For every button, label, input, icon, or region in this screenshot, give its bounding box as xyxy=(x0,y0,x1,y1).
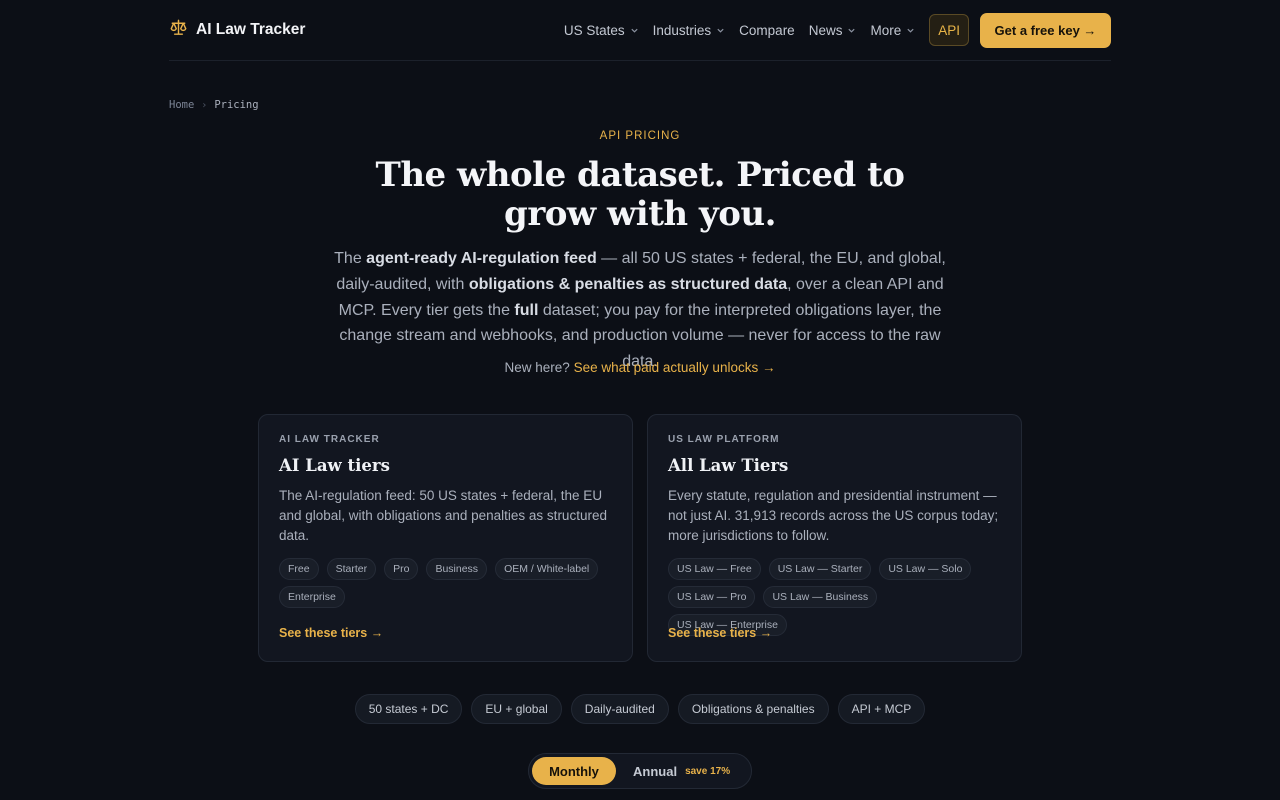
tier-chip: Free xyxy=(279,558,319,580)
tier-chip: US Law — Free xyxy=(668,558,761,580)
main-nav: US States Industries Compare News More A… xyxy=(550,12,1111,48)
api-button[interactable]: API xyxy=(929,14,969,46)
tier-chips: US Law — Free US Law — Starter US Law — … xyxy=(668,558,1001,636)
get-free-key-button[interactable]: Get a free key → xyxy=(980,12,1111,48)
scales-icon xyxy=(169,18,188,42)
tier-chip: Starter xyxy=(326,558,377,580)
feature-pill: API + MCP xyxy=(837,694,926,724)
tier-chip: Business xyxy=(426,558,488,580)
hero-eyebrow: API PRICING xyxy=(599,130,681,142)
breadcrumb-separator: › xyxy=(201,99,208,111)
feature-pill: Obligations & penalties xyxy=(677,694,829,724)
breadcrumb-current: Pricing xyxy=(214,99,259,111)
annual-label: Annual xyxy=(633,763,678,779)
brand-logo[interactable]: AI Law Tracker xyxy=(169,18,305,42)
nav-compare[interactable]: Compare xyxy=(739,23,795,38)
card-title: AI Law tiers xyxy=(279,456,390,475)
all-law-tiers-card: US LAW PLATFORM All Law Tiers Every stat… xyxy=(647,414,1022,662)
chevron-down-icon xyxy=(848,28,856,33)
nav-industries[interactable]: Industries xyxy=(653,23,726,38)
billing-period-toggle: Monthly Annual save 17% xyxy=(528,753,752,789)
hero-description: The agent-ready AI-regulation feed — all… xyxy=(320,246,960,375)
chevron-down-icon xyxy=(907,28,914,33)
nav-us-states[interactable]: US States xyxy=(564,23,639,38)
see-ai-law-tiers-link[interactable]: See these tiers → xyxy=(279,626,383,640)
feature-pill: EU + global xyxy=(471,694,562,724)
top-navbar: AI Law Tracker US States Industries Comp… xyxy=(169,0,1111,61)
feature-pill: Daily-audited xyxy=(570,694,669,724)
tier-chip: Pro xyxy=(384,558,419,580)
card-title: All Law Tiers xyxy=(668,456,789,475)
brand-name: AI Law Tracker xyxy=(196,21,306,38)
card-description: The AI-regulation feed: 50 US states + f… xyxy=(279,488,607,543)
nav-more[interactable]: More xyxy=(870,23,915,38)
see-what-paid-unlocks-link[interactable]: See what paid actually unlocks → xyxy=(574,360,776,375)
card-eyebrow: US LAW PLATFORM xyxy=(668,434,780,445)
card-description: Every statute, regulation and presidenti… xyxy=(668,488,999,543)
nav-industries-label: Industries xyxy=(652,22,712,38)
nav-news[interactable]: News xyxy=(809,23,857,38)
tier-chip: US Law — Solo xyxy=(879,558,972,580)
tier-chip: US Law — Pro xyxy=(668,586,756,608)
tier-chip: US Law — Starter xyxy=(768,558,872,580)
tier-chip: US Law — Business xyxy=(763,586,878,608)
hero-desc-bold: full xyxy=(514,301,539,319)
tier-chips: Free Starter Pro Business OEM / White-la… xyxy=(279,558,612,608)
annual-save-badge: save 17% xyxy=(685,765,731,777)
page-title: The whole dataset. Priced to grow with y… xyxy=(375,155,905,234)
hero-desc-bold: agent-ready AI-regulation feed xyxy=(366,250,597,267)
tier-chip: OEM / White-label xyxy=(495,558,599,580)
tier-chip: Enterprise xyxy=(279,586,345,608)
new-here-line: New here? See what paid actually unlocks… xyxy=(0,360,1280,375)
breadcrumb: Home › Pricing xyxy=(169,99,259,111)
chevron-down-icon xyxy=(717,28,724,33)
nav-news-label: News xyxy=(808,22,843,38)
new-here-text: New here? xyxy=(504,360,570,375)
chevron-down-icon xyxy=(631,28,638,33)
card-eyebrow: AI LAW TRACKER xyxy=(279,434,380,445)
feature-pill: 50 states + DC xyxy=(354,694,463,724)
breadcrumb-home[interactable]: Home xyxy=(169,99,194,111)
nav-more-label: More xyxy=(870,22,902,38)
hero-desc-text: The xyxy=(334,250,367,267)
annual-option[interactable]: Annual save 17% xyxy=(633,764,730,779)
feature-pills: 50 states + DC EU + global Daily-audited… xyxy=(0,694,1280,724)
nav-us-states-label: US States xyxy=(563,22,625,38)
hero-desc-bold: obligations & penalties as structured da… xyxy=(468,275,788,293)
monthly-option[interactable]: Monthly xyxy=(532,757,616,785)
see-all-law-tiers-link[interactable]: See these tiers → xyxy=(668,626,772,640)
nav-compare-label: Compare xyxy=(739,22,795,38)
ai-law-tiers-card: AI LAW TRACKER AI Law tiers The AI-regul… xyxy=(258,414,633,662)
